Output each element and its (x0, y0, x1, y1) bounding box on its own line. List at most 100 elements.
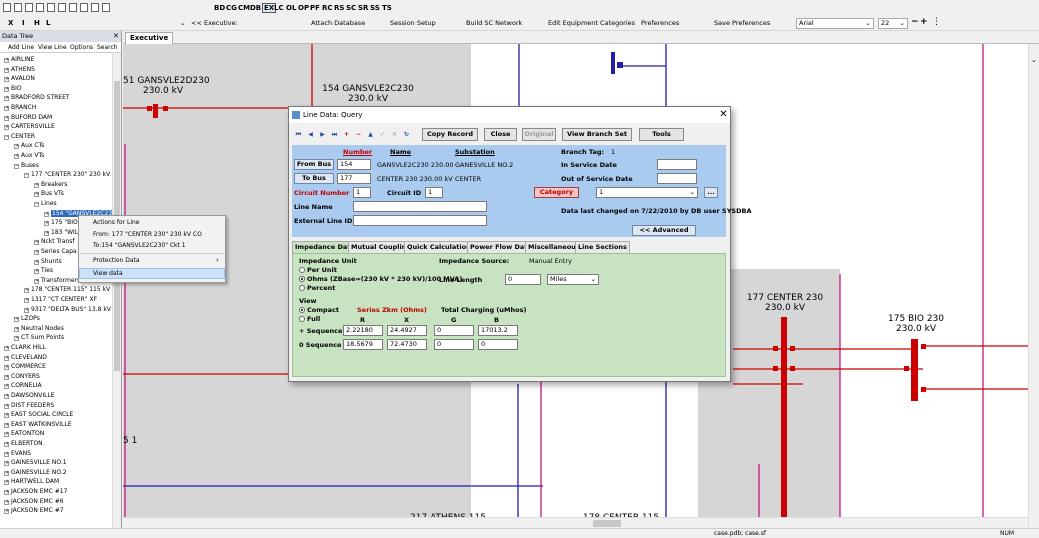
format-button-x[interactable]: X (8, 19, 13, 27)
zero-seq-g-field[interactable]: 0 (434, 339, 474, 350)
pos-seq-r-field[interactable]: 2.22180 (343, 325, 383, 336)
expand-icon[interactable]: + (4, 394, 9, 399)
tree-item-substation[interactable]: + AIRLINE (4, 55, 34, 64)
canvas-vertical-scrollbar[interactable]: ⌄ (1028, 44, 1039, 528)
expand-icon[interactable]: + (4, 480, 9, 486)
length-unit-select[interactable]: Miles ⌄ (547, 274, 599, 285)
pos-seq-x-field[interactable]: 24.4927 (387, 325, 427, 336)
tab-executive[interactable]: Executive (125, 32, 174, 44)
tree-item-substation[interactable]: + BRADFORD STREET (4, 93, 70, 102)
radio-percent[interactable] (299, 285, 305, 291)
mode-button-sr[interactable]: SR (358, 4, 368, 12)
bus-label-bio-230[interactable]: 175 BIO 230 230.0 kV (876, 314, 956, 334)
tree-item-group[interactable]: − Lines (34, 199, 57, 208)
expand-icon[interactable]: + (4, 461, 9, 467)
tree-item-substation[interactable]: + AVALON (4, 74, 35, 83)
open-icon[interactable] (3, 3, 11, 12)
expand-icon[interactable]: + (4, 509, 9, 515)
expand-icon[interactable]: + (24, 298, 29, 303)
tree-item-group[interactable]: + Series Capa (34, 247, 77, 256)
tree-item-bus[interactable]: +1317 "CT CENTER" XF (24, 295, 97, 304)
expand-icon[interactable]: + (34, 278, 39, 284)
tree-item-substation[interactable]: + CORNELIA (4, 381, 42, 390)
external-line-id-field[interactable] (353, 215, 487, 226)
line-length-field[interactable]: 0 (505, 274, 541, 285)
mode-button-sc[interactable]: SC (346, 4, 356, 12)
tree-item-group[interactable]: + Breakers (34, 180, 67, 189)
last-record-icon[interactable]: ⏭ (330, 130, 339, 139)
tree-item-substation[interactable]: + BUFORD DAM (4, 113, 52, 122)
category-more-button[interactable]: ... (704, 187, 718, 198)
from-bus-button[interactable]: From Bus (294, 159, 334, 170)
chevron-down-icon[interactable]: ⌄ (1031, 56, 1037, 64)
font-name-select[interactable]: Arial ⌄ (796, 18, 874, 29)
mode-button-cm[interactable]: CM (238, 4, 250, 12)
tree-item-substation[interactable]: + JACKSON EMC #17 (4, 487, 67, 496)
expand-icon[interactable]: + (14, 317, 19, 323)
expand-icon[interactable]: + (4, 96, 9, 102)
tree-item-group[interactable]: + Neutral Nodes (14, 324, 64, 333)
view-option-full[interactable]: Full (299, 315, 320, 323)
collapse-icon[interactable]: − (24, 173, 29, 179)
delete-record-icon[interactable]: − (354, 130, 363, 139)
save-icon[interactable] (14, 3, 22, 12)
view-option-compact[interactable]: Compact (299, 306, 339, 314)
zero-seq-r-field[interactable]: 18.5679 (343, 339, 383, 350)
previous-record-icon[interactable]: ◀ (306, 130, 315, 139)
collapse-icon[interactable]: − (34, 202, 39, 207)
menu-item-protection-data[interactable]: Protection Data (93, 257, 140, 264)
zero-seq-b-field[interactable]: 0 (478, 339, 518, 350)
tree-item-group[interactable]: + Ties (34, 266, 53, 275)
mode-button-pf[interactable]: PF (310, 4, 320, 12)
tree-item-substation[interactable]: + CLARK HILL (4, 343, 46, 352)
search-button[interactable]: Search (97, 42, 118, 53)
mode-button-rs[interactable]: RS (334, 4, 344, 12)
tree-item-substation[interactable]: + EVANS (4, 449, 31, 458)
menu-save-preferences[interactable]: Save Preferences (714, 19, 770, 27)
zoom-in-icon[interactable] (36, 3, 44, 12)
options-button[interactable]: Options (70, 42, 93, 53)
expand-icon[interactable]: + (4, 346, 9, 351)
tree-item-bus[interactable]: −177 "CENTER 230" 230 kV (24, 170, 110, 179)
expand-icon[interactable]: + (4, 422, 9, 428)
menu-item-view-data[interactable]: View data (93, 270, 123, 277)
tree-item-bus[interactable]: +178 "CENTER 115" 115 kV (24, 285, 110, 294)
collapse-icon[interactable]: − (14, 163, 19, 169)
mode-button-ss[interactable]: SS (370, 4, 380, 12)
unit-option-ohms[interactable]: Ohms (ZBase=(230 kV * 230 kV)/100 MVA) (299, 275, 462, 283)
tree-item-group[interactable]: + Shunts (34, 257, 62, 266)
expand-icon[interactable]: + (44, 230, 49, 236)
tree-item-substation[interactable]: + ELBERTON (4, 439, 43, 448)
unit-option-per-unit[interactable]: Per Unit (299, 266, 337, 274)
canvas-horizontal-scrollbar[interactable] (123, 517, 1028, 528)
tree-item-substation[interactable]: + DIST FEEDERS (4, 401, 54, 410)
tree-item-group[interactable]: + LZOPs (14, 314, 40, 323)
font-increase-button[interactable]: + (920, 17, 928, 27)
cancel-icon[interactable]: ✕ (390, 130, 399, 139)
tree-item-group[interactable]: + Transformers (34, 276, 80, 285)
pos-seq-g-field[interactable]: 0 (434, 325, 474, 336)
format-button-i[interactable]: I (22, 19, 25, 27)
radio-full[interactable] (299, 316, 305, 322)
mode-button-lc[interactable]: LC (274, 4, 284, 12)
mode-button-cg[interactable]: CG (226, 4, 237, 12)
tree-item-substation[interactable]: + HARTWELL DAM (4, 477, 59, 486)
expand-icon[interactable]: + (4, 499, 9, 505)
mode-button-ol[interactable]: OL (286, 4, 296, 12)
copy-record-button[interactable]: Copy Record (422, 128, 478, 141)
expand-icon[interactable]: + (4, 490, 9, 495)
expand-icon[interactable]: + (4, 115, 9, 121)
select-icon[interactable] (69, 3, 77, 12)
tree-scrollbar[interactable] (112, 53, 121, 538)
move-up-icon[interactable]: ▲ (366, 130, 375, 139)
tree-item-group[interactable]: + Aux VTs (14, 151, 44, 160)
mode-button-op[interactable]: OP (298, 4, 309, 12)
add-record-icon[interactable]: + (342, 130, 351, 139)
zero-seq-x-field[interactable]: 72.4730 (387, 339, 427, 350)
refresh-icon[interactable]: ↻ (402, 130, 411, 139)
mode-button-ts[interactable]: TS (382, 4, 392, 12)
radio-per-unit[interactable] (299, 267, 305, 273)
collapse-button[interactable]: << (191, 19, 202, 27)
expand-icon[interactable]: + (4, 58, 9, 63)
dialog-close-button[interactable]: ✕ (717, 107, 730, 123)
